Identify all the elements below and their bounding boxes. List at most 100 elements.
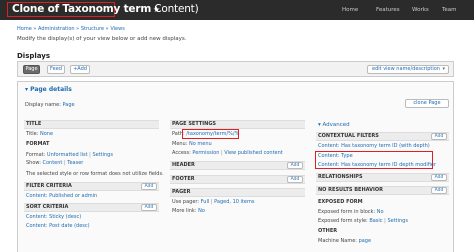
- exposed-block-value[interactable]: No: [377, 209, 384, 215]
- menu-value-link[interactable]: No menu: [189, 141, 212, 147]
- access-value-link[interactable]: Permission: [192, 150, 219, 156]
- header-section-header: HEADER Add: [170, 161, 305, 170]
- sort-sticky-link[interactable]: Content: Sticky (desc): [26, 214, 81, 220]
- page-settings-header: PAGE SETTINGS: [170, 120, 305, 129]
- machine-name-value[interactable]: page: [359, 238, 372, 244]
- more-link-label: More link:: [172, 208, 197, 214]
- star-icon[interactable]: ★: [153, 5, 160, 14]
- format-separator: |: [89, 152, 91, 158]
- contextual-item-1: Content: Has taxonomy term ID (with dept…: [318, 143, 430, 149]
- show-row: Show: Content | Teaser: [26, 160, 83, 166]
- pager-section-header: PAGER: [170, 188, 305, 197]
- filter-item: Content: Published or admin: [26, 193, 97, 199]
- no-results-label: NO RESULTS BEHAVIOR: [318, 187, 383, 193]
- edit-view-name-dropdown[interactable]: edit view name/description ▾: [367, 65, 449, 74]
- tab-page[interactable]: Page: [23, 65, 40, 74]
- show-value-link[interactable]: Content: [43, 160, 63, 166]
- sort-add-button[interactable]: Add: [141, 204, 157, 211]
- title-row: Title: None: [26, 131, 53, 137]
- relationships-add-button[interactable]: Add: [431, 174, 447, 181]
- breadcrumb[interactable]: Home » Administration » Structure » View…: [17, 26, 125, 32]
- pager-items-link[interactable]: Paged, 10 items: [214, 199, 254, 205]
- page-details-toggle[interactable]: ▾ Page details: [25, 86, 72, 93]
- display-name-label: Display name:: [25, 102, 61, 108]
- display-panel: ▾ Page details Display name: Page clone …: [17, 81, 454, 252]
- filter-add-button[interactable]: Add: [141, 183, 157, 190]
- show-separator: |: [63, 160, 66, 166]
- access-separator: |: [220, 150, 223, 156]
- access-permission-link[interactable]: View published content: [224, 150, 283, 156]
- format-value-link[interactable]: Unformatted list: [47, 152, 88, 158]
- page-title-main: Clone of Taxonomy term: [12, 3, 152, 15]
- sort-criteria-label: SORT CRITERIA: [26, 204, 69, 210]
- exposed-settings-link[interactable]: Settings: [387, 218, 408, 224]
- sort-item-1: Content: Sticky (desc): [26, 214, 81, 220]
- ctx-type-link[interactable]: Content: Type: [318, 153, 353, 159]
- format-section-header: FORMAT: [26, 141, 50, 147]
- displays-heading: Displays: [17, 52, 51, 60]
- show-teaser-link[interactable]: Teaser: [67, 160, 83, 166]
- show-label: Show:: [26, 160, 41, 166]
- exposed-style-row: Exposed form style: Basic | Settings: [318, 218, 408, 224]
- path-highlight: [182, 129, 239, 139]
- nav-link-features[interactable]: Features: [376, 7, 400, 13]
- contextual-item-3: Content: Has taxonomy term ID depth modi…: [318, 162, 436, 168]
- exposed-style-label: Exposed form style:: [318, 218, 368, 224]
- nav-link-home[interactable]: Home: [342, 7, 358, 13]
- advanced-toggle[interactable]: ▾ Advanced: [318, 122, 350, 128]
- no-results-add-button[interactable]: Add: [431, 187, 447, 194]
- contextual-filters-label: CONTEXTUAL FILTERS: [318, 133, 379, 139]
- menu-label: Menu:: [172, 141, 188, 147]
- chevron-down-icon: ▾: [442, 66, 445, 72]
- add-display-button[interactable]: +Add: [70, 65, 90, 74]
- format-settings-link[interactable]: Settings: [92, 152, 113, 158]
- sort-post-date-link[interactable]: Content: Post date (desc): [26, 223, 90, 229]
- more-link-row: More link: No: [172, 208, 205, 214]
- filter-criteria-header: FILTER CRITERIA Add: [24, 182, 159, 191]
- page-title: Clone of Taxonomy term Content): [12, 3, 199, 15]
- page-description: Modify the display(s) of your view below…: [17, 36, 187, 42]
- title-section-header: TITLE: [24, 120, 159, 129]
- tab-feed[interactable]: Feed: [47, 65, 65, 74]
- nav-link-team[interactable]: Team: [442, 7, 457, 13]
- footer-add-button[interactable]: Add: [287, 176, 303, 183]
- fields-note: The selected style or row format does no…: [26, 171, 164, 177]
- filter-published-link[interactable]: Content: Published or admin: [26, 193, 97, 199]
- top-bar: Clone of Taxonomy term Content) ★ Home F…: [0, 0, 474, 20]
- other-header: OTHER: [318, 228, 338, 234]
- footer-section-label: FOOTER: [172, 176, 195, 182]
- ctx-depth-modifier-link[interactable]: Content: Has taxonomy term ID depth modi…: [318, 162, 436, 168]
- pager-value-link[interactable]: Full: [201, 199, 210, 205]
- header-add-button[interactable]: Add: [287, 162, 303, 169]
- contextual-add-button[interactable]: Add: [431, 133, 447, 140]
- exposed-style-value[interactable]: Basic: [369, 218, 382, 224]
- title-label: Title:: [26, 131, 39, 137]
- display-name-row: Display name: Page: [25, 102, 75, 108]
- exposed-separator: |: [384, 218, 386, 224]
- exposed-block-row: Exposed form in block: No: [318, 209, 384, 215]
- ctx-term-id-link[interactable]: Content: Has taxonomy term ID (with dept…: [318, 143, 430, 149]
- pager-label: Use pager:: [172, 199, 200, 205]
- sort-criteria-header: SORT CRITERIA Add: [24, 203, 159, 212]
- access-label: Access:: [172, 150, 191, 156]
- access-row: Access: Permission | View published cont…: [172, 150, 283, 156]
- filter-criteria-label: FILTER CRITERIA: [26, 183, 72, 189]
- clone-page-button[interactable]: clone Page: [405, 99, 449, 108]
- more-link-value[interactable]: No: [198, 208, 205, 214]
- contextual-item-2: Content: Type: [318, 153, 353, 159]
- pager-separator: |: [210, 199, 213, 205]
- title-value-link[interactable]: None: [40, 131, 53, 137]
- exposed-form-header: EXPOSED FORM: [318, 199, 363, 205]
- relationships-header: RELATIONSHIPS Add: [316, 173, 449, 182]
- display-name-value[interactable]: Page: [62, 102, 74, 108]
- menu-row: Menu: No menu: [172, 141, 212, 147]
- exposed-block-label: Exposed form in block:: [318, 209, 376, 215]
- contextual-filters-header: CONTEXTUAL FILTERS Add: [316, 132, 449, 141]
- relationships-label: RELATIONSHIPS: [318, 174, 363, 180]
- nav-link-works[interactable]: Works: [412, 7, 429, 13]
- footer-section-header: FOOTER Add: [170, 175, 305, 184]
- edit-view-name-label: edit view name/description: [372, 66, 440, 72]
- no-results-header: NO RESULTS BEHAVIOR Add: [316, 186, 449, 195]
- format-label: Format:: [26, 152, 46, 158]
- sort-item-2: Content: Post date (desc): [26, 223, 90, 229]
